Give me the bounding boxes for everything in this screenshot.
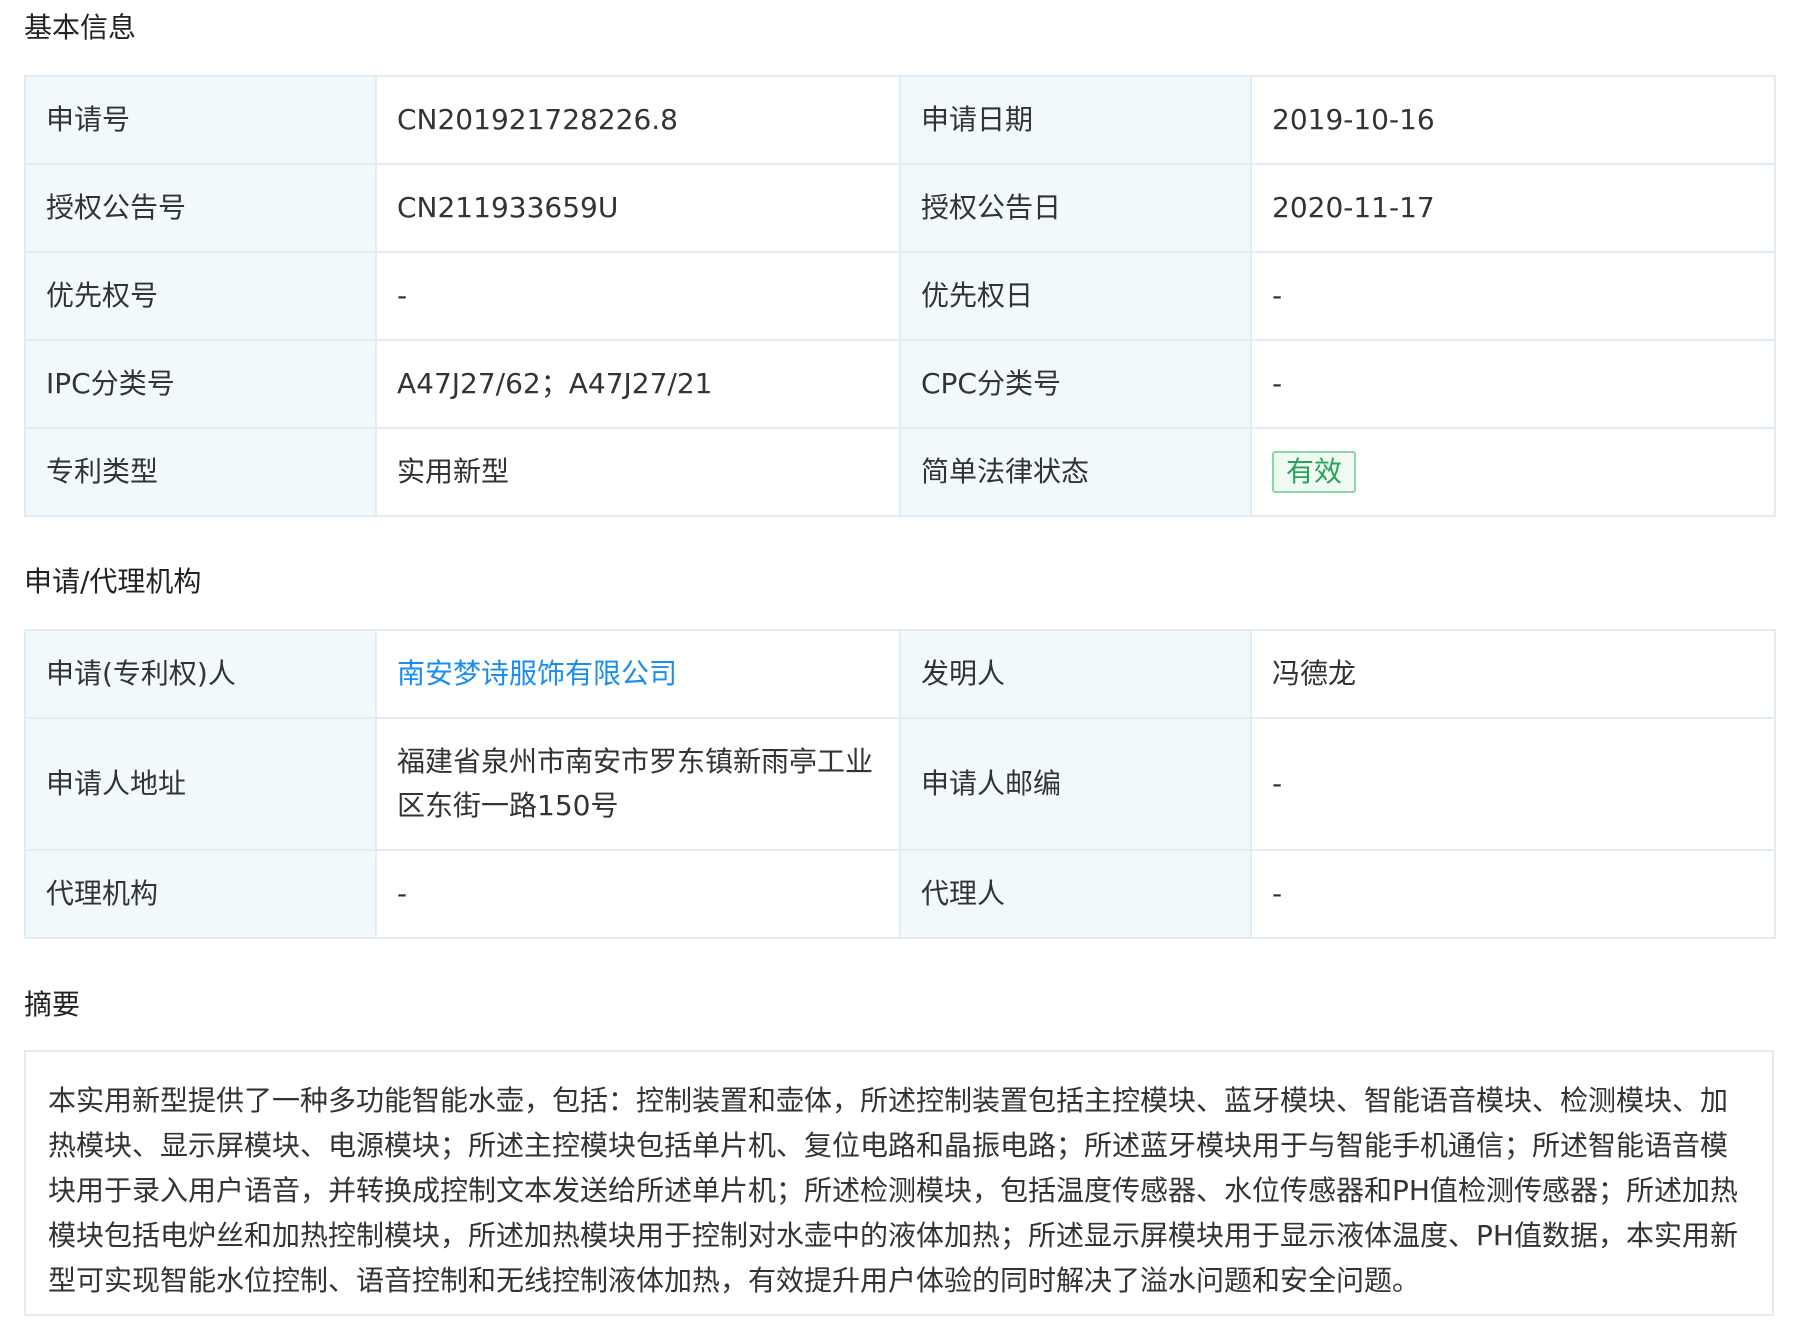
- patent-type: 实用新型: [375, 427, 901, 517]
- field-label: 授权公告号: [24, 163, 377, 253]
- table-row: 代理机构 - 代理人 -: [24, 849, 1776, 939]
- field-label: 授权公告日: [899, 163, 1252, 253]
- table-row: 优先权号 - 优先权日 -: [24, 251, 1776, 341]
- applicant-cell: 南安梦诗服饰有限公司: [375, 629, 901, 719]
- field-label: CPC分类号: [899, 339, 1252, 429]
- legal-status-cell: 有效: [1250, 427, 1776, 517]
- section-title-agency: 申请/代理机构: [24, 565, 202, 598]
- table-row: IPC分类号 A47J27/62；A47J27/21 CPC分类号 -: [24, 339, 1776, 429]
- table-row: 授权公告号 CN211933659U 授权公告日 2020-11-17: [24, 163, 1776, 253]
- field-label: 发明人: [899, 629, 1252, 719]
- ipc-classification: A47J27/62；A47J27/21: [375, 339, 901, 429]
- section-title-basic-info: 基本信息: [24, 11, 137, 44]
- agency-table: 申请(专利权)人 南安梦诗服饰有限公司 发明人 冯德龙 申请人地址 福建省泉州市…: [24, 629, 1776, 939]
- field-label: 申请人邮编: [899, 717, 1252, 851]
- priority-number: -: [375, 251, 901, 341]
- inventor: 冯德龙: [1250, 629, 1776, 719]
- field-label: 优先权号: [24, 251, 377, 341]
- section-title-abstract: 摘要: [24, 988, 81, 1021]
- field-label: 申请(专利权)人: [24, 629, 377, 719]
- status-badge: 有效: [1272, 451, 1357, 493]
- applicant-link[interactable]: 南安梦诗服饰有限公司: [397, 657, 677, 690]
- field-label: 简单法律状态: [899, 427, 1252, 517]
- field-label: IPC分类号: [24, 339, 377, 429]
- field-label: 代理机构: [24, 849, 377, 939]
- application-date: 2019-10-16: [1250, 75, 1776, 165]
- grant-publication-date: 2020-11-17: [1250, 163, 1776, 253]
- applicant-postcode: -: [1250, 717, 1776, 851]
- grant-publication-number: CN211933659U: [375, 163, 901, 253]
- field-label: 专利类型: [24, 427, 377, 517]
- table-row: 申请(专利权)人 南安梦诗服饰有限公司 发明人 冯德龙: [24, 629, 1776, 719]
- field-label: 申请号: [24, 75, 377, 165]
- field-label: 申请人地址: [24, 717, 377, 851]
- applicant-address: 福建省泉州市南安市罗东镇新雨亭工业区东街一路150号: [375, 717, 901, 851]
- agent: -: [1250, 849, 1776, 939]
- basic-info-table: 申请号 CN201921728226.8 申请日期 2019-10-16 授权公…: [24, 75, 1776, 517]
- cpc-classification: -: [1250, 339, 1776, 429]
- field-label: 申请日期: [899, 75, 1252, 165]
- field-label: 代理人: [899, 849, 1252, 939]
- table-row: 专利类型 实用新型 简单法律状态 有效: [24, 427, 1776, 517]
- abstract-content: 本实用新型提供了一种多功能智能水壶，包括：控制装置和壶体，所述控制装置包括主控模…: [24, 1050, 1774, 1316]
- table-row: 申请号 CN201921728226.8 申请日期 2019-10-16: [24, 75, 1776, 165]
- agency: -: [375, 849, 901, 939]
- priority-date: -: [1250, 251, 1776, 341]
- field-label: 优先权日: [899, 251, 1252, 341]
- table-row: 申请人地址 福建省泉州市南安市罗东镇新雨亭工业区东街一路150号 申请人邮编 -: [24, 717, 1776, 851]
- application-number: CN201921728226.8: [375, 75, 901, 165]
